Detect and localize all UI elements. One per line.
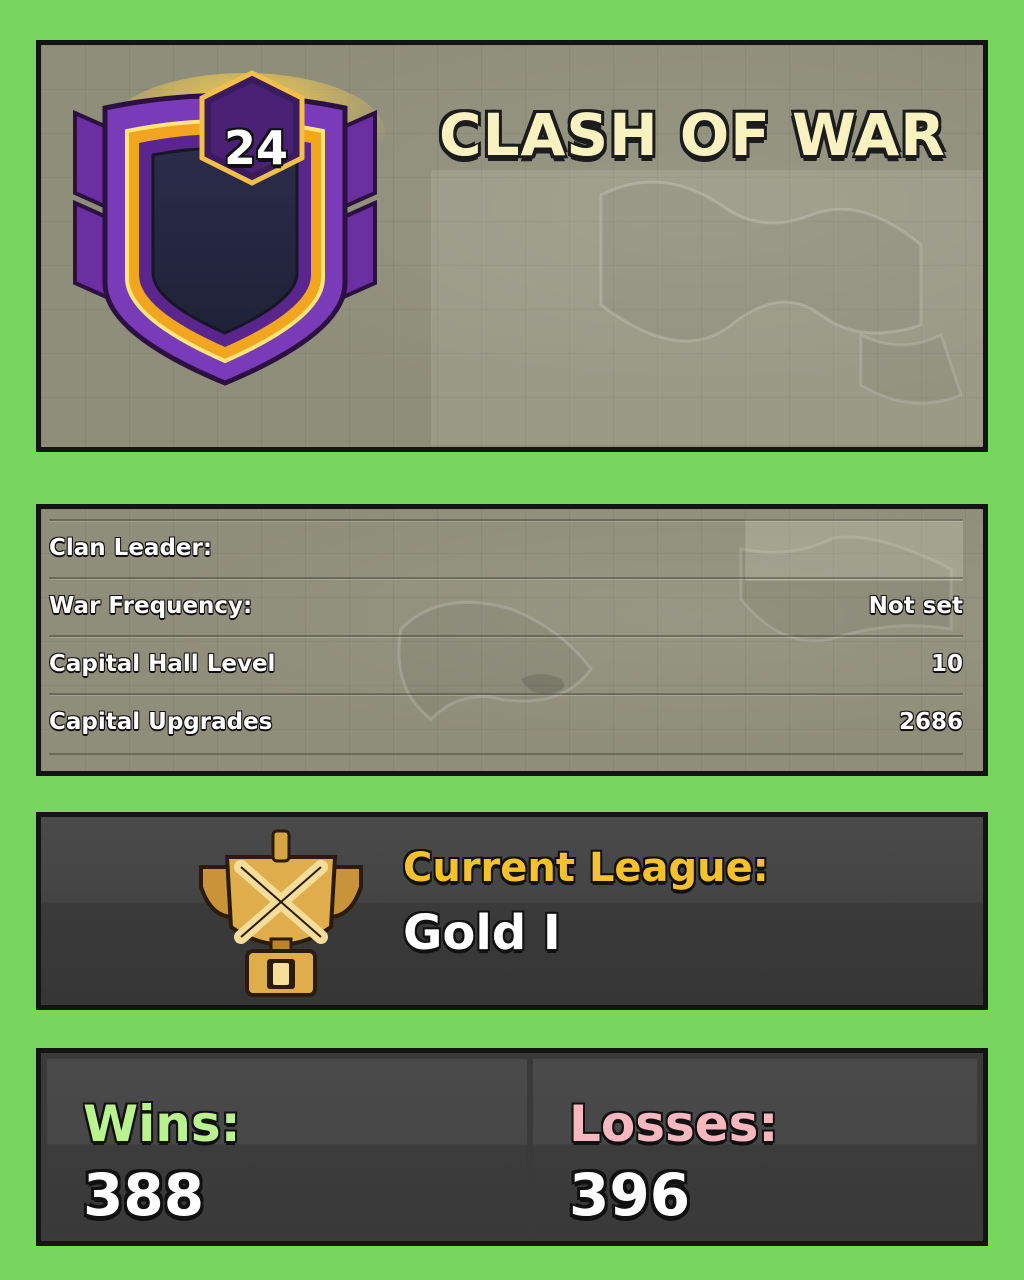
losses-section: Losses: 396: [533, 1059, 977, 1235]
info-value: 10: [930, 651, 963, 677]
info-label: Capital Hall Level: [49, 651, 276, 677]
clan-header-panel: 24 CLASH OF WAR: [36, 40, 988, 452]
row-divider: [49, 753, 963, 755]
gold-league-trophy-icon: [199, 829, 363, 997]
info-row-capital-hall-level: Capital Hall Level 10: [49, 635, 963, 693]
info-value: Not set: [868, 593, 963, 619]
clan-info-panel: Clan Leader: War Frequency: Not set Capi…: [36, 504, 988, 776]
wins-section: Wins: 388: [47, 1059, 527, 1235]
info-label: Clan Leader:: [49, 535, 213, 561]
info-row-war-frequency: War Frequency: Not set: [49, 577, 963, 635]
losses-value: 396: [569, 1161, 691, 1229]
clan-description-box: [431, 170, 983, 445]
info-row-clan-leader: Clan Leader:: [49, 519, 963, 577]
clan-level: 24: [223, 121, 288, 175]
info-label: War Frequency:: [49, 593, 253, 619]
current-league-value: Gold I: [403, 905, 561, 961]
wins-label: Wins:: [83, 1095, 241, 1153]
clan-badge: 24: [65, 63, 385, 403]
losses-label: Losses:: [569, 1095, 779, 1153]
info-value: 2686: [898, 709, 963, 735]
wins-value: 388: [83, 1161, 205, 1229]
league-panel: Current League: Gold I: [36, 812, 988, 1010]
current-league-label: Current League:: [403, 845, 769, 891]
info-label: Capital Upgrades: [49, 709, 273, 735]
info-row-capital-upgrades: Capital Upgrades 2686: [49, 693, 963, 751]
clan-badge-icon: [73, 70, 385, 386]
war-record-panel: Wins: 388 Losses: 396: [36, 1048, 988, 1246]
clan-name: CLASH OF WAR: [439, 101, 946, 169]
